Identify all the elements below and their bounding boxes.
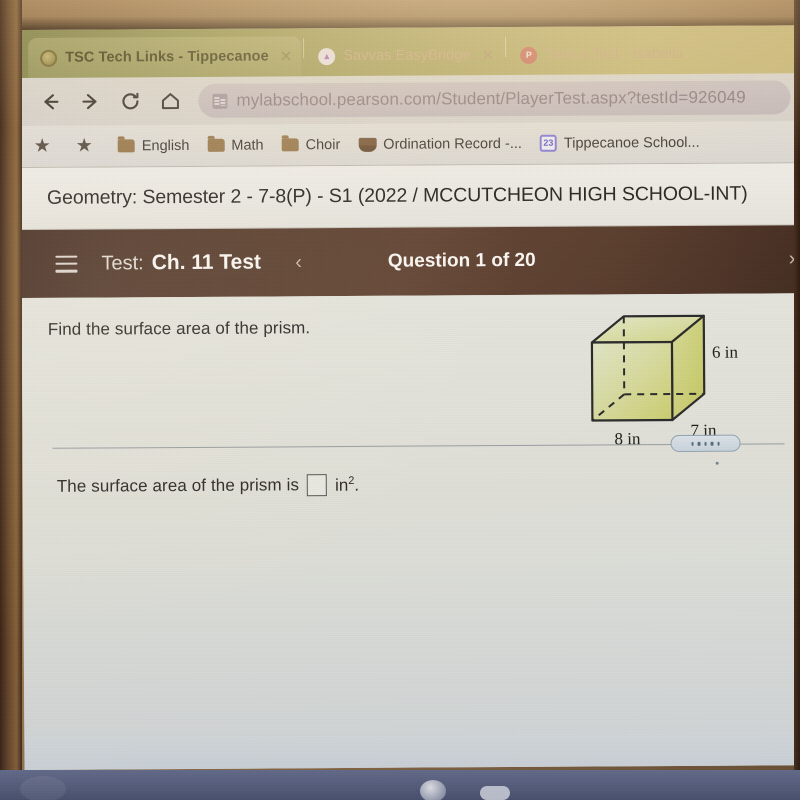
- course-title: Geometry: Semester 2 - 7-8(P) - S1 (2022…: [46, 182, 748, 209]
- savvas-logo-icon: ▲: [318, 47, 336, 65]
- reload-button[interactable]: [110, 81, 150, 121]
- folder-icon: [281, 138, 299, 152]
- unit-text: in: [334, 475, 349, 495]
- prism-width-label: 8 in: [614, 429, 641, 448]
- more-options-button[interactable]: [670, 434, 741, 453]
- test-header-bar: Test: Ch. 11 Test ‹ Question 1 of 20 ›: [21, 225, 800, 298]
- bookmark-label: Ordination Record -...: [383, 135, 522, 153]
- dot-icon: [691, 441, 694, 446]
- reload-icon: [122, 92, 139, 110]
- dot-icon: [717, 441, 720, 446]
- tab-title: TSC Tech Links - Tippecanoe: [65, 48, 269, 66]
- bookmark-label: English: [141, 137, 190, 154]
- device-bezel-left: [0, 0, 22, 800]
- star-icon: ★: [75, 135, 93, 157]
- hamburger-menu-icon[interactable]: [55, 255, 78, 273]
- device-hardware-detail: [480, 786, 510, 800]
- test-label: Test:: [101, 251, 144, 275]
- browser-tab-savvas-easybridge[interactable]: ▲ Savvas EasyBridge ✕: [306, 35, 503, 76]
- answer-row: The surface area of the prism is in2.: [57, 474, 359, 498]
- bookmark-folder-math[interactable]: Math: [200, 134, 270, 156]
- tab-title: Take a Test - Isabella: [545, 45, 684, 63]
- browser-tab-tsc-tech-links[interactable]: TSC Tech Links - Tippecanoe ✕: [28, 36, 302, 78]
- bookmark-label: Tippecanoe School...: [563, 134, 700, 152]
- photo-of-screen: TSC Tech Links - Tippecanoe ✕ ▲ Savvas E…: [0, 0, 800, 800]
- arrow-left-icon: [44, 94, 59, 110]
- home-icon: [161, 93, 179, 110]
- question-panel: Find the surface area of the prism. 6 in…: [21, 293, 800, 738]
- pearson-logo-icon: P: [520, 46, 538, 64]
- tsc-logo-icon: [40, 49, 58, 67]
- question-counter: Question 1 of 20: [387, 249, 536, 272]
- document-icon: [358, 137, 377, 152]
- forward-button[interactable]: [70, 81, 110, 121]
- bookmark-label: Math: [231, 137, 264, 154]
- answer-input[interactable]: [306, 474, 328, 497]
- answer-suffix: .: [354, 475, 360, 495]
- page-background-filler: [24, 733, 800, 770]
- page-info-icon[interactable]: [212, 93, 228, 109]
- test-name: Ch. 11 Test: [151, 250, 262, 275]
- browser-window: TSC Tech Links - Tippecanoe ✕ ▲ Savvas E…: [20, 25, 800, 770]
- bookmark-star-2[interactable]: ★: [69, 133, 107, 158]
- bookmarks-bar: ★ ★ English Math Choir Ordination Record…: [20, 121, 800, 168]
- bookmark-ordination-record[interactable]: Ordination Record -...: [351, 132, 529, 155]
- cursor-dot: [715, 461, 719, 465]
- bookmark-folder-english[interactable]: English: [111, 134, 197, 157]
- rectangular-prism-diagram: 6 in 7 in 8 in: [590, 314, 739, 448]
- device-bezel-right: [794, 0, 800, 800]
- bookmark-star-1[interactable]: ★: [27, 134, 65, 159]
- address-bar[interactable]: mylabschool.pearson.com/Student/PlayerTe…: [198, 80, 791, 118]
- browser-tab-strip: TSC Tech Links - Tippecanoe ✕ ▲ Savvas E…: [20, 25, 800, 78]
- answer-unit-label: in2.: [335, 475, 359, 496]
- dot-icon: [704, 441, 707, 446]
- folder-icon: [117, 139, 135, 153]
- dot-icon: [697, 441, 701, 446]
- close-icon[interactable]: ✕: [277, 48, 296, 65]
- prism-figure: 6 in 7 in 8 in: [578, 305, 779, 456]
- previous-question-button[interactable]: ‹: [287, 246, 310, 278]
- tab-title: Savvas EasyBridge: [343, 47, 471, 65]
- back-button[interactable]: [30, 82, 70, 122]
- bookmark-folder-choir[interactable]: Choir: [275, 134, 348, 156]
- dot-icon: [710, 441, 714, 446]
- tab-separator: [303, 38, 305, 59]
- answer-prefix-label: The surface area of the prism is: [56, 475, 300, 496]
- prism-height-label: 6 in: [712, 343, 739, 362]
- device-bezel-bottom: [0, 770, 800, 800]
- bookmark-tippecanoe-school[interactable]: 23 Tippecanoe School...: [533, 131, 707, 155]
- browser-tab-take-a-test[interactable]: P Take a Test - Isabella: [508, 34, 689, 75]
- home-button[interactable]: [150, 81, 190, 121]
- course-title-bar: Geometry: Semester 2 - 7-8(P) - S1 (2022…: [20, 163, 800, 230]
- address-bar-url: mylabschool.pearson.com/Student/PlayerTe…: [236, 87, 746, 110]
- browser-toolbar: mylabschool.pearson.com/Student/PlayerTe…: [20, 73, 800, 126]
- bookmark-label: Choir: [305, 136, 341, 153]
- calendar-icon: 23: [539, 134, 557, 152]
- star-icon: ★: [33, 135, 51, 157]
- folder-icon: [207, 138, 225, 152]
- arrow-right-icon: [82, 94, 97, 110]
- tab-separator: [505, 37, 507, 58]
- close-icon[interactable]: ✕: [479, 47, 498, 64]
